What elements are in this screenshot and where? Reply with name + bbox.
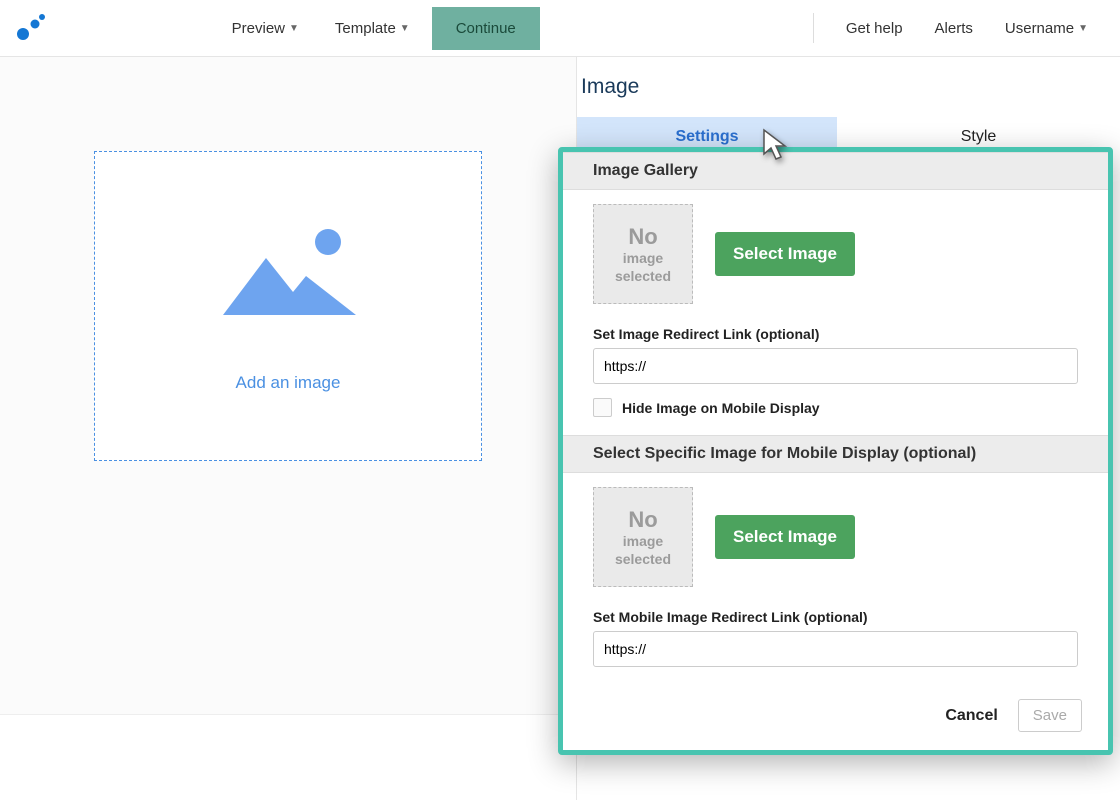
select-mobile-image-button[interactable]: Select Image [715, 515, 855, 559]
logo-dots-icon [14, 13, 48, 43]
image-thumbnail: No image selected [593, 204, 693, 304]
select-image-button[interactable]: Select Image [715, 232, 855, 276]
mobile-redirect-link-label: Set Mobile Image Redirect Link (optional… [593, 609, 1078, 625]
nav-template[interactable]: Template ▼ [321, 12, 424, 45]
caret-down-icon: ▼ [289, 23, 299, 34]
nav-right: Get help Alerts Username ▼ [813, 13, 1110, 43]
image-placeholder[interactable]: Add an image [94, 151, 482, 461]
caret-down-icon: ▼ [400, 23, 410, 34]
cancel-button[interactable]: Cancel [945, 707, 997, 725]
mobile-image-thumbnail: No image selected [593, 487, 693, 587]
nav-get-help[interactable]: Get help [846, 20, 903, 37]
nav-username[interactable]: Username ▼ [1005, 20, 1088, 37]
hide-mobile-checkbox[interactable] [593, 398, 612, 417]
image-gallery-header: Image Gallery [563, 152, 1108, 190]
add-image-label: Add an image [236, 373, 341, 393]
canvas-area: Add an image [0, 57, 576, 715]
hide-mobile-label: Hide Image on Mobile Display [622, 400, 820, 416]
nav-center: Preview ▼ Template ▼ Continue [218, 7, 540, 50]
no-image-text: No image selected [615, 223, 671, 286]
nav-alerts[interactable]: Alerts [935, 20, 973, 37]
divider [813, 13, 814, 43]
continue-button[interactable]: Continue [432, 7, 540, 50]
top-navbar: mainbrainer Preview ▼ Template ▼ Continu… [0, 0, 1120, 57]
redirect-link-label: Set Image Redirect Link (optional) [593, 326, 1078, 342]
side-title: Image [577, 57, 1120, 117]
caret-down-icon: ▼ [1078, 23, 1088, 34]
mobile-redirect-link-input[interactable] [593, 631, 1078, 667]
no-image-text-mobile: No image selected [615, 506, 671, 569]
save-button[interactable]: Save [1018, 699, 1082, 732]
mobile-image-header: Select Specific Image for Mobile Display… [563, 435, 1108, 473]
modal-actions: Cancel Save [563, 685, 1108, 750]
image-icon [218, 220, 358, 335]
cursor-icon [760, 127, 796, 168]
settings-modal: Image Gallery No image selected Select I… [558, 147, 1113, 755]
redirect-link-input[interactable] [593, 348, 1078, 384]
nav-preview[interactable]: Preview ▼ [218, 12, 313, 45]
